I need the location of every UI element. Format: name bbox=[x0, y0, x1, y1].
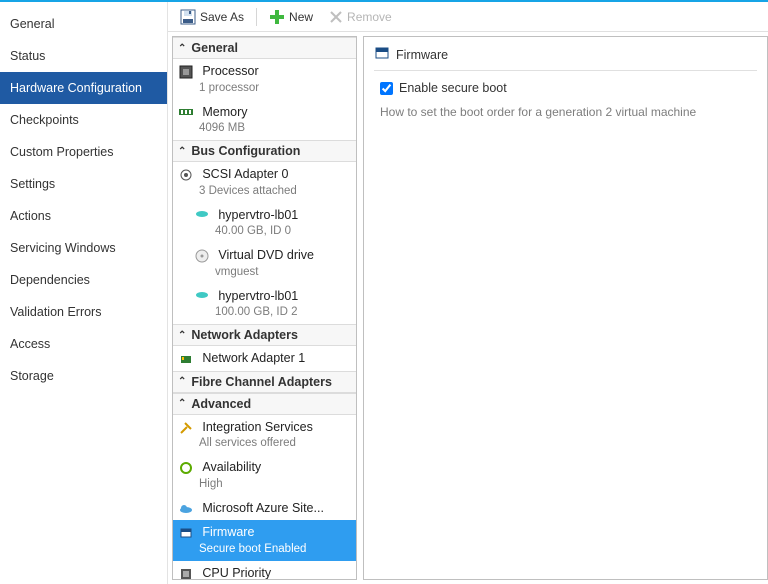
node-scsi-adapter[interactable]: SCSI Adapter 0 3 Devices attached bbox=[173, 162, 356, 203]
save-as-label: Save As bbox=[200, 10, 244, 24]
node-disk-2[interactable]: hypervtro-lb01 100.00 GB, ID 2 bbox=[173, 284, 356, 325]
enable-secure-boot-input[interactable] bbox=[380, 82, 393, 95]
node-title: hypervtro-lb01 bbox=[218, 289, 298, 303]
node-title: Processor bbox=[202, 64, 258, 78]
nav-hardware-config[interactable]: Hardware Configuration bbox=[0, 72, 167, 104]
nav-settings[interactable]: Settings bbox=[0, 168, 167, 200]
section-network[interactable]: ⌃ Network Adapters bbox=[173, 324, 356, 346]
new-label: New bbox=[289, 10, 313, 24]
nav-validation-errors[interactable]: Validation Errors bbox=[0, 296, 167, 328]
chip-icon bbox=[179, 65, 193, 79]
node-title: Availability bbox=[202, 460, 261, 474]
section-bus[interactable]: ⌃ Bus Configuration bbox=[173, 140, 356, 162]
node-network-adapter-1[interactable]: Network Adapter 1 bbox=[173, 346, 356, 371]
node-title: Firmware bbox=[202, 525, 254, 539]
tools-icon bbox=[179, 421, 193, 435]
node-sub: 100.00 GB, ID 2 bbox=[215, 306, 297, 318]
disk-icon bbox=[195, 289, 209, 303]
floppy-disk-icon bbox=[180, 9, 196, 25]
node-memory[interactable]: Memory 4096 MB bbox=[173, 100, 356, 141]
remove-button[interactable]: Remove bbox=[325, 8, 396, 26]
node-dvd[interactable]: Virtual DVD drive vmguest bbox=[173, 243, 356, 284]
nic-icon bbox=[179, 352, 193, 366]
nav-status[interactable]: Status bbox=[0, 40, 167, 72]
new-button[interactable]: New bbox=[265, 7, 317, 27]
chevron-up-icon: ⌃ bbox=[178, 146, 186, 157]
node-title: Virtual DVD drive bbox=[218, 248, 314, 262]
node-title: CPU Priority bbox=[202, 566, 271, 580]
scsi-icon bbox=[179, 168, 193, 182]
section-advanced[interactable]: ⌃ Advanced bbox=[173, 393, 356, 415]
x-icon bbox=[329, 10, 343, 24]
firmware-icon bbox=[179, 526, 193, 540]
section-general[interactable]: ⌃ General bbox=[173, 37, 356, 59]
remove-label: Remove bbox=[347, 10, 392, 24]
chip-icon bbox=[179, 567, 193, 580]
chevron-up-icon: ⌃ bbox=[178, 398, 186, 409]
node-integration-services[interactable]: Integration Services All services offere… bbox=[173, 415, 356, 456]
node-sub: 1 processor bbox=[199, 82, 259, 94]
section-general-label: General bbox=[191, 41, 238, 55]
nav-general[interactable]: General bbox=[0, 8, 167, 40]
detail-panel: Firmware Enable secure boot How to set t… bbox=[363, 36, 768, 580]
node-cpu-priority[interactable]: CPU Priority Normal bbox=[173, 561, 356, 580]
node-sub: 4096 MB bbox=[199, 122, 245, 134]
section-network-label: Network Adapters bbox=[191, 328, 298, 342]
chevron-up-icon: ⌃ bbox=[178, 43, 186, 54]
availability-icon bbox=[179, 461, 193, 475]
node-firmware[interactable]: Firmware Secure boot Enabled bbox=[173, 520, 356, 561]
node-sub: Secure boot Enabled bbox=[199, 543, 306, 555]
section-advanced-label: Advanced bbox=[191, 397, 251, 411]
node-sub: All services offered bbox=[199, 437, 296, 449]
chevron-up-icon: ⌃ bbox=[178, 376, 186, 387]
node-sub: High bbox=[199, 478, 223, 490]
nav-custom-properties[interactable]: Custom Properties bbox=[0, 136, 167, 168]
node-title: Memory bbox=[202, 105, 247, 119]
node-sub: vmguest bbox=[215, 266, 258, 278]
firmware-icon bbox=[374, 45, 390, 64]
node-title: Microsoft Azure Site... bbox=[202, 501, 324, 515]
node-title: Integration Services bbox=[202, 420, 312, 434]
chevron-up-icon: ⌃ bbox=[178, 330, 186, 341]
enable-secure-boot-checkbox[interactable]: Enable secure boot bbox=[380, 81, 751, 95]
enable-secure-boot-label: Enable secure boot bbox=[399, 81, 507, 95]
node-disk-0[interactable]: hypervtro-lb01 40.00 GB, ID 0 bbox=[173, 203, 356, 244]
hardware-tree[interactable]: ⌃ General Processor 1 processor Memory 40… bbox=[172, 36, 357, 580]
node-title: hypervtro-lb01 bbox=[218, 208, 298, 222]
detail-title: Firmware bbox=[396, 48, 448, 62]
boot-order-hint: How to set the boot order for a generati… bbox=[380, 105, 751, 119]
nav-access[interactable]: Access bbox=[0, 328, 167, 360]
node-processor[interactable]: Processor 1 processor bbox=[173, 59, 356, 100]
toolbar-separator bbox=[256, 8, 257, 26]
toolbar: Save As New Remove bbox=[168, 2, 768, 32]
disk-icon bbox=[195, 208, 209, 222]
ram-icon bbox=[179, 105, 193, 119]
cloud-icon bbox=[179, 502, 193, 516]
section-fibre[interactable]: ⌃ Fibre Channel Adapters bbox=[173, 371, 356, 393]
node-title: Network Adapter 1 bbox=[202, 351, 305, 365]
nav-actions[interactable]: Actions bbox=[0, 200, 167, 232]
node-availability[interactable]: Availability High bbox=[173, 455, 356, 496]
dvd-icon bbox=[195, 249, 209, 263]
node-sub: 40.00 GB, ID 0 bbox=[215, 225, 291, 237]
section-bus-label: Bus Configuration bbox=[191, 144, 300, 158]
save-as-button[interactable]: Save As bbox=[176, 7, 248, 27]
section-fibre-label: Fibre Channel Adapters bbox=[191, 375, 332, 389]
node-title: SCSI Adapter 0 bbox=[202, 167, 288, 181]
node-azure-site[interactable]: Microsoft Azure Site... bbox=[173, 496, 356, 521]
nav-storage[interactable]: Storage bbox=[0, 360, 167, 392]
nav-checkpoints[interactable]: Checkpoints bbox=[0, 104, 167, 136]
nav-dependencies[interactable]: Dependencies bbox=[0, 264, 167, 296]
nav-servicing-windows[interactable]: Servicing Windows bbox=[0, 232, 167, 264]
plus-icon bbox=[269, 9, 285, 25]
node-sub: 3 Devices attached bbox=[199, 185, 297, 197]
left-nav: General Status Hardware Configuration Ch… bbox=[0, 2, 168, 584]
